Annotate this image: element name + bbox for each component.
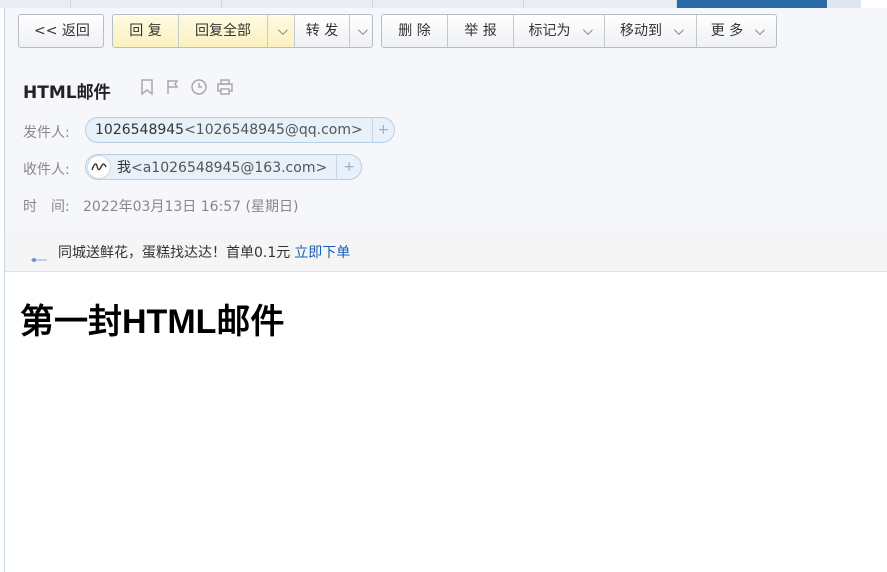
sender-name: 1026548945 [95,122,185,138]
sender-label: 发件人: [23,125,70,141]
chevron-down-icon [673,24,684,35]
tab-gap [861,0,887,8]
time-value: 2022年03月13日 16:57 (星期日) [83,199,299,215]
forward-button[interactable]: 转 发 [295,15,350,47]
tab-segment[interactable] [373,0,524,8]
active-tab[interactable] [677,0,827,8]
chevron-down-icon [277,24,288,35]
time-label: 时 间: [23,199,70,215]
add-contact-icon[interactable]: + [336,155,361,179]
recipient-name: 我 [117,160,131,176]
move-to-label: 移动到 [620,23,662,39]
mail-subject: HTML邮件 [23,83,111,103]
more-button[interactable]: 更 多 [697,15,776,47]
recipient-email: <a1026548945@163.com> [131,160,328,176]
reply-all-dropdown[interactable] [268,15,295,47]
recipient-label: 收件人: [23,162,70,178]
tab-segment[interactable] [524,0,677,8]
recipient-text: 我<a1026548945@163.com> [111,157,336,177]
add-contact-icon[interactable]: + [371,118,394,142]
ad-bar: 同城送鲜花，蛋糕找达达！首单0.1元 立即下单 [5,231,887,272]
reply-all-button[interactable]: 回复全部 [179,15,268,47]
ad-content: 同城送鲜花，蛋糕找达达！首单0.1元 立即下单 [58,242,350,262]
bookmark-icon[interactable] [138,78,156,96]
chevron-down-icon [582,24,593,35]
flag-icon[interactable] [164,78,182,96]
mark-as-label: 标记为 [528,23,571,39]
subject-icons [138,78,234,96]
forward-dropdown[interactable] [350,15,372,47]
tab-segment[interactable] [0,0,71,8]
top-tab-strip [0,0,887,8]
mail-body-heading: 第一封HTML邮件 [20,303,285,341]
more-label: 更 多 [710,23,744,39]
move-to-button[interactable]: 移动到 [605,15,697,47]
sender-chip[interactable]: 1026548945<1026548945@qq.com> + [85,117,395,143]
ad-order-link[interactable]: 立即下单 [294,245,350,261]
reply-button[interactable]: 回 复 [113,15,179,47]
avatar [87,155,111,179]
mark-as-button[interactable]: 标记为 [514,15,605,47]
report-button[interactable]: 举 报 [448,15,514,47]
back-group: << 返回 [18,14,104,48]
delete-button[interactable]: 删 除 [382,15,448,47]
recipient-chip[interactable]: 我<a1026548945@163.com> + [85,154,362,180]
back-button[interactable]: << 返回 [19,15,103,47]
chevron-down-icon [755,24,766,35]
ad-text: 同城送鲜花，蛋糕找达达！首单0.1元 [58,245,291,261]
action-group: 删 除 举 报 标记为 移动到 更 多 [381,14,777,48]
print-icon[interactable] [216,78,234,96]
reply-group: 回 复 回复全部 转 发 [112,14,373,48]
clock-icon[interactable] [190,78,208,96]
sender-text: 1026548945<1026548945@qq.com> [86,122,372,138]
tab-segment[interactable] [71,0,222,8]
sender-email: <1026548945@qq.com> [184,122,363,138]
tab-segment[interactable] [222,0,373,8]
chevron-down-icon [357,24,368,35]
ad-icon [31,248,47,262]
